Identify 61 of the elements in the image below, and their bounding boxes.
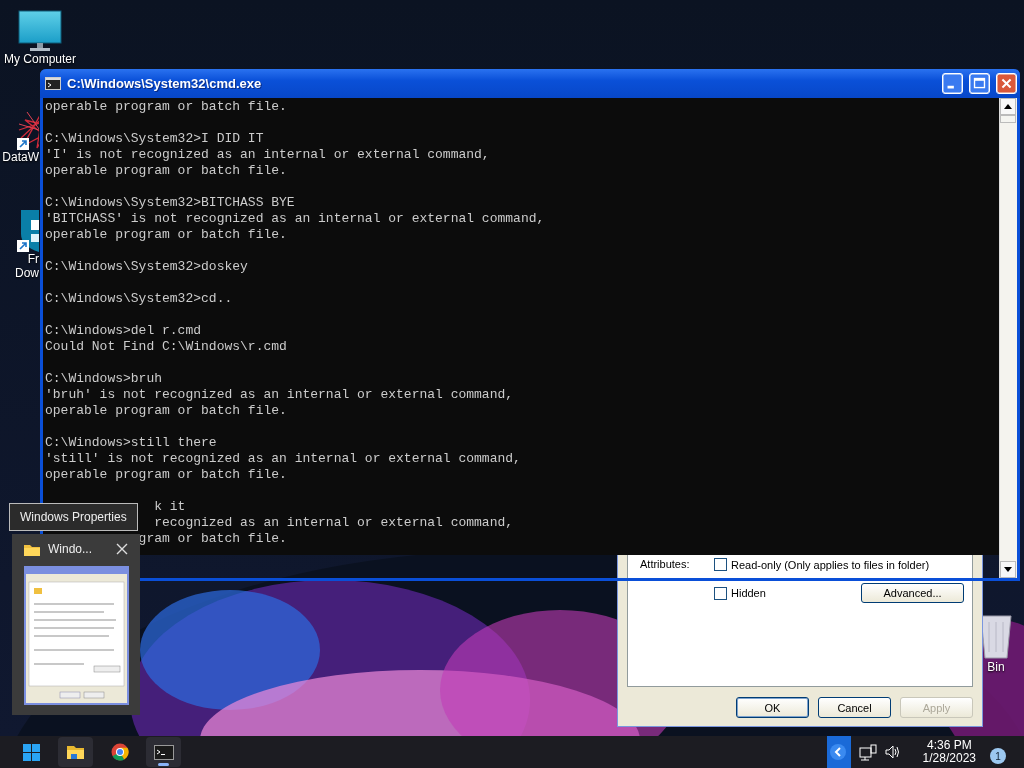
scroll-up-icon[interactable] [1000,98,1016,115]
tooltip: Windows Properties [9,503,138,531]
console-icon [45,77,61,90]
notification-badge[interactable]: 1 [990,748,1006,764]
taskbar-button[interactable] [146,737,181,767]
chevron-icon[interactable] [826,736,851,768]
console-line: 'still' is not recognized as an internal or external command, [45,451,521,467]
checkbox[interactable] [714,586,727,600]
console-line: k it [154,499,186,515]
taskbar-button[interactable] [58,737,93,767]
console-line: operable program or batch file. [45,99,287,115]
folder-icon[interactable] [67,744,84,760]
thumbnail-card[interactable]: Windo... [12,534,140,715]
thumbnail-title: Windo... [48,542,93,556]
chrome-icon[interactable] [110,743,129,761]
clock-date: 1/28/2023 [922,752,976,765]
monitor-icon [18,10,62,52]
console-line: operable program or batch file. [45,467,287,483]
console-line: gram or batch file. [138,531,287,547]
network-icon[interactable] [858,743,877,761]
scroll-down-icon[interactable] [1000,561,1016,578]
window-title: C:\Windows\System32\cmd.exe [67,76,263,91]
folder-icon [24,542,40,556]
console-line: Could Not Find C:\Windows\r.cmd [45,339,287,355]
checkbox[interactable] [714,558,727,571]
attributes-label: Attributes: [640,558,691,571]
console-line: operable program or batch file. [45,403,287,419]
terminal-icon[interactable] [153,744,174,760]
close-icon[interactable] [116,543,128,555]
console-line: operable program or batch file. [45,227,287,243]
desktop-icon-label[interactable]: Fr [27,252,39,266]
console-line: C:\Windows\System32>cd.. [45,291,233,307]
console-line: C:\Windows\System32>doskey [45,259,248,275]
checkbox-label: Hidden [731,587,766,599]
console-line: 'I' is not recognized as an internal or external command, [45,147,490,163]
dialog-button[interactable]: OK [736,697,809,718]
advanced-button[interactable]: Advanced... [861,583,964,603]
checkbox-label: Read-only (Only applies to files in folder) [731,558,930,571]
desktop-icon-label[interactable]: DataW [2,150,39,164]
windows-logo-icon[interactable] [23,743,40,761]
maximize-icon[interactable] [969,73,990,94]
dialog-button[interactable]: Cancel [818,697,891,718]
scroll-thumb[interactable] [1000,115,1016,123]
minimize-icon[interactable] [942,73,963,94]
running-indicator [158,763,169,766]
clock[interactable]: 4:36 PM 1/28/2023 [922,739,976,765]
clock-time: 4:36 PM [926,739,972,752]
desktop-icon-label[interactable]: My Computer [4,52,76,66]
volume-icon[interactable] [884,744,901,760]
console-line: operable program or batch file. [45,163,287,179]
console-line: 'BITCHASS' is not recognized as an internal or external command, [45,211,545,227]
desktop-icon-label[interactable]: Dow [15,266,39,280]
scrollbar[interactable] [999,98,1017,578]
desktop-icon-label[interactable]: Bin [987,660,1005,674]
console-line: C:\Windows>bruh [45,371,163,387]
console-line: 'bruh' is not recognized as an internal or external command, [45,387,514,403]
console-line: C:\Windows>del r.cmd [45,323,202,339]
console-line: C:\Windows>still there [45,435,217,451]
console-line: recognized as an internal or external command, [154,515,514,531]
console-line: C:\Windows\System32>BITCHASS BYE [45,195,295,211]
console-line: C:\Windows\System32>I DID IT [45,131,264,147]
